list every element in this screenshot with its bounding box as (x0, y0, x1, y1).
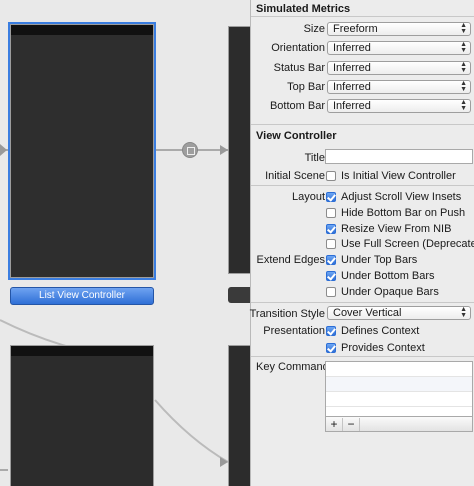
initial-view-controller-checkbox[interactable]: Is Initial View Controller (326, 169, 456, 182)
transition-style-popup[interactable]: Cover Vertical ▲ ▼ (327, 306, 471, 320)
view-controller-title: View Controller (256, 130, 337, 142)
checkbox-checked-icon (326, 270, 336, 281)
orientation-popup[interactable]: Inferred ▲ ▼ (327, 41, 471, 55)
bottom-bar-popup[interactable]: Inferred ▲ ▼ (327, 99, 471, 113)
remove-button[interactable]: − (343, 417, 360, 431)
checkbox-unchecked-icon (326, 170, 336, 181)
segue-icon[interactable] (182, 142, 198, 158)
bottom-bar-label: Bottom Bar (269, 100, 325, 112)
attributes-inspector: Simulated Metrics Size Freeform ▲ ▼ Orien… (250, 0, 474, 486)
key-commands-table[interactable] (325, 361, 473, 417)
scene-label-list-view-controller[interactable]: List View Controller (10, 287, 154, 305)
divider (251, 356, 474, 357)
divider (251, 185, 474, 186)
scene-label-right-top[interactable] (228, 287, 250, 303)
scene-right-top[interactable] (228, 26, 250, 274)
divider (251, 124, 474, 125)
divider (251, 302, 474, 303)
initial-scene-label: Initial Scene (265, 170, 325, 182)
hide-bottom-bar-checkbox[interactable]: Hide Bottom Bar on Push (326, 206, 465, 219)
defines-context-checkbox[interactable]: Defines Context (326, 324, 419, 337)
checkbox-checked-icon (326, 342, 336, 353)
transition-style-label: Transition Style (249, 308, 325, 320)
adjust-scroll-view-insets-checkbox[interactable]: Adjust Scroll View Insets (326, 190, 461, 203)
key-commands-label: Key Commands (256, 361, 335, 373)
popup-arrows-icon: ▲ ▼ (460, 61, 467, 74)
list-view-controller-scene[interactable] (8, 22, 156, 280)
top-bar-label: Top Bar (287, 81, 325, 93)
resize-view-from-nib-checkbox[interactable]: Resize View From NIB (326, 222, 451, 235)
top-bar-popup[interactable]: Inferred ▲ ▼ (327, 80, 471, 94)
presentation-label: Presentation (263, 325, 325, 337)
extend-edges-label: Extend Edges (256, 254, 326, 266)
add-button[interactable]: + (326, 417, 343, 431)
divider (251, 16, 474, 17)
scene-bottom-left[interactable] (10, 345, 154, 486)
checkbox-checked-icon (326, 191, 336, 202)
checkbox-unchecked-icon (326, 207, 336, 218)
checkbox-unchecked-icon (326, 286, 336, 297)
layout-label: Layout (291, 191, 325, 203)
size-label: Size (303, 23, 325, 35)
under-opaque-bars-checkbox[interactable]: Under Opaque Bars (326, 285, 439, 298)
provides-context-checkbox[interactable]: Provides Context (326, 341, 425, 354)
popup-arrows-icon: ▲ ▼ (460, 99, 467, 112)
storyboard-canvas[interactable]: List View Controller (0, 0, 250, 486)
status-bar-label: Status Bar (273, 62, 325, 74)
size-popup[interactable]: Freeform ▲ ▼ (327, 22, 471, 36)
checkbox-unchecked-icon (326, 238, 336, 249)
popup-arrows-icon: ▲ ▼ (460, 80, 467, 93)
orientation-label: Orientation (271, 42, 325, 54)
checkbox-checked-icon (326, 223, 336, 234)
under-top-bars-checkbox[interactable]: Under Top Bars (326, 253, 417, 266)
popup-arrows-icon: ▲ ▼ (460, 22, 467, 35)
title-field[interactable] (325, 149, 473, 164)
checkbox-checked-icon (326, 325, 336, 336)
use-full-screen-checkbox[interactable]: Use Full Screen (Deprecated) (326, 237, 474, 250)
scene-bottom-right[interactable] (228, 345, 250, 486)
key-commands-toolbar: + − (325, 417, 473, 432)
status-bar-popup[interactable]: Inferred ▲ ▼ (327, 61, 471, 75)
under-bottom-bars-checkbox[interactable]: Under Bottom Bars (326, 269, 435, 282)
checkbox-checked-icon (326, 254, 336, 265)
simulated-metrics-title: Simulated Metrics (256, 3, 351, 15)
popup-arrows-icon: ▲ ▼ (460, 41, 467, 54)
title-label: Title (304, 152, 325, 164)
popup-arrows-icon: ▲ ▼ (460, 306, 467, 319)
